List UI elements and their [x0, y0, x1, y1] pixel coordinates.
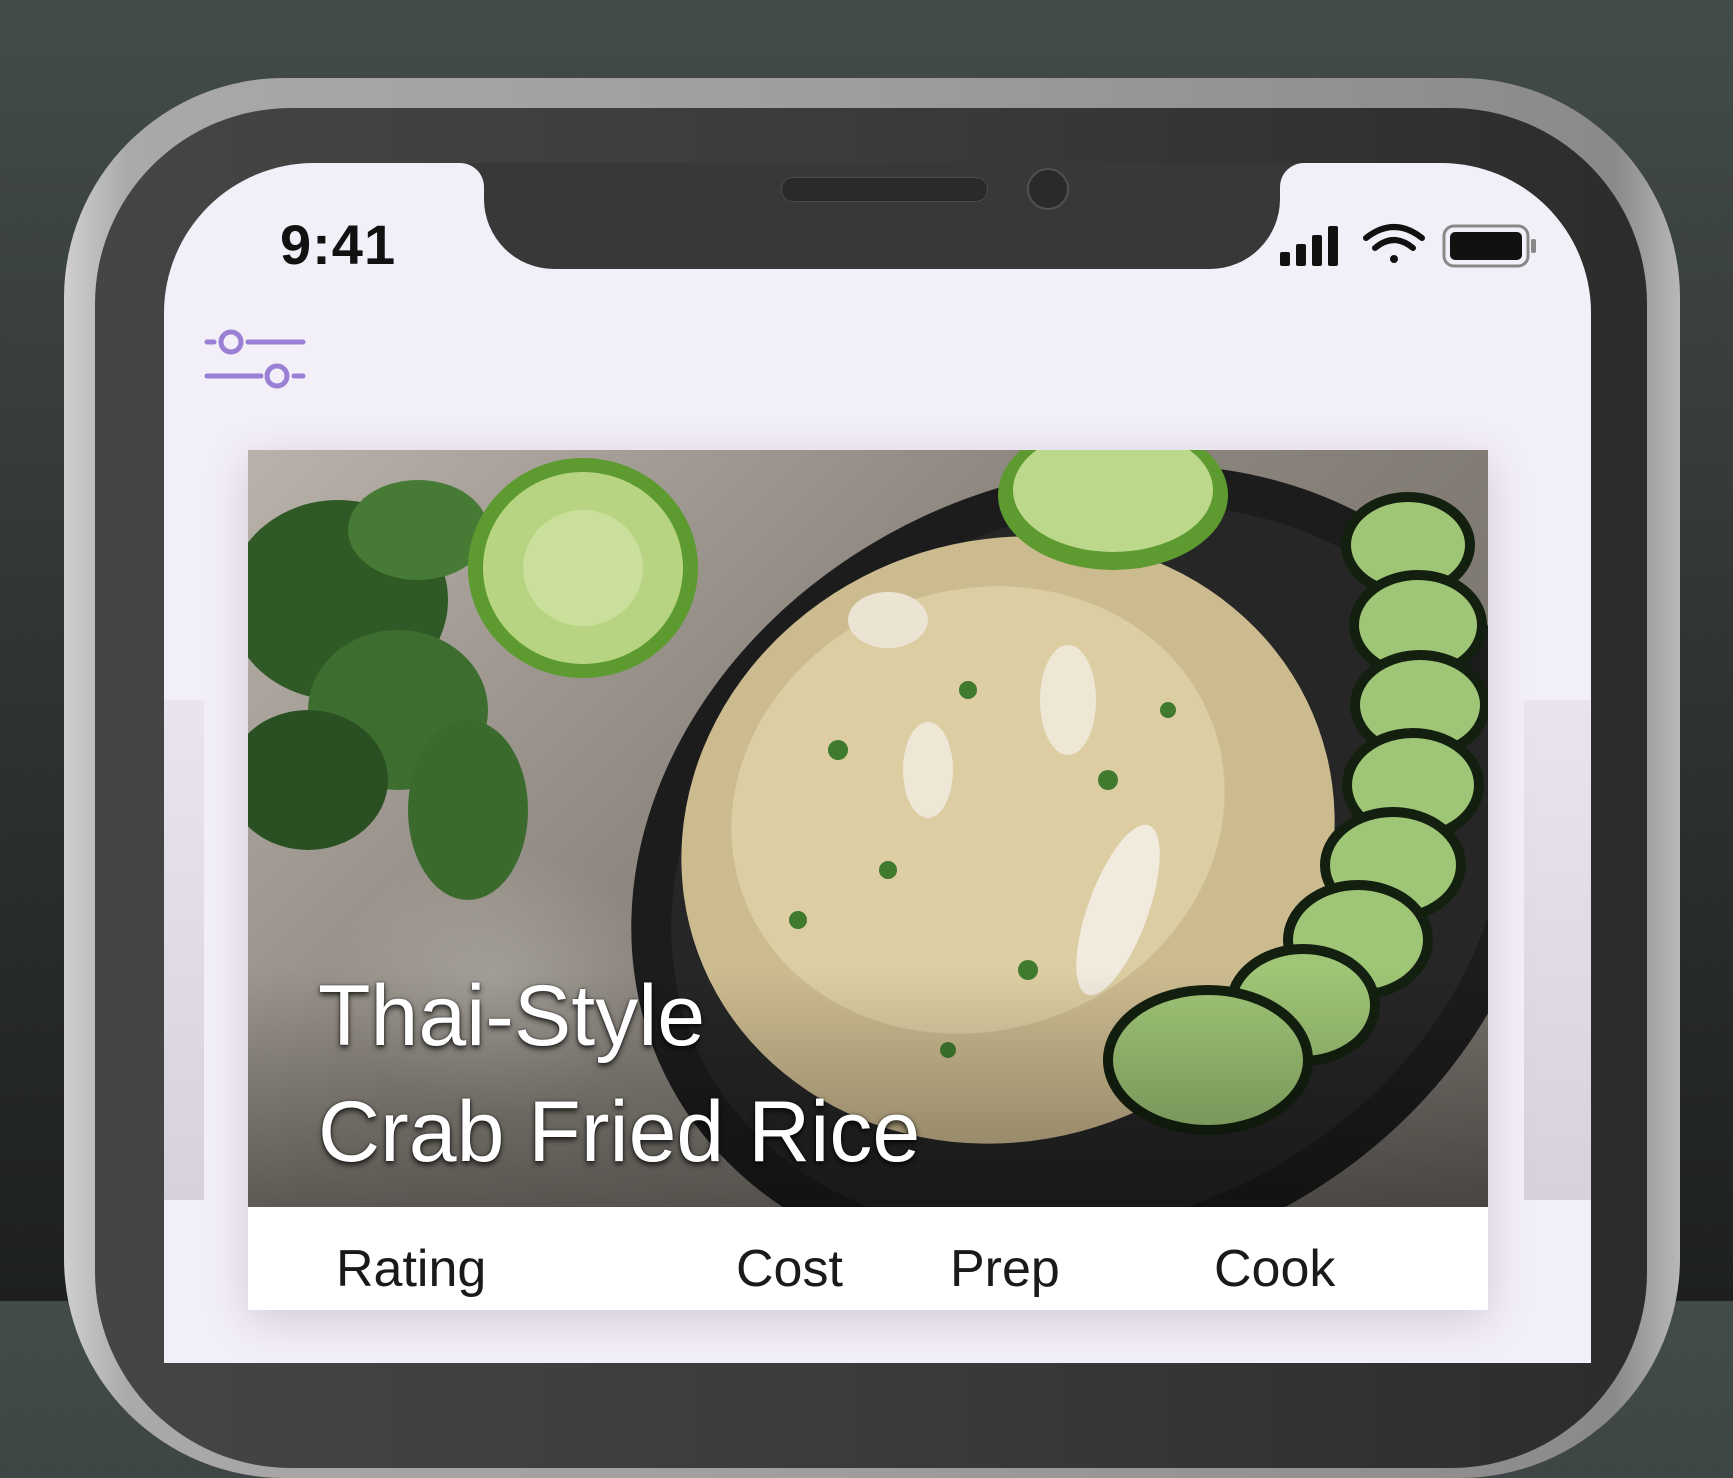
crab-fried-rice-photo: Thai-Style Crab Fried Rice	[248, 450, 1488, 1207]
recipe-card[interactable]: Thai-Style Crab Fried Rice Rating Cost P…	[248, 450, 1488, 1310]
notch-corner-right	[1280, 163, 1304, 187]
previous-recipe-card-peek[interactable]	[164, 700, 204, 1200]
status-bar-time: 9:41	[280, 213, 397, 276]
recipe-title-line-1: Thai-Style	[318, 968, 706, 1064]
next-recipe-card-peek[interactable]	[1524, 700, 1591, 1200]
filter-settings-button[interactable]	[204, 326, 306, 392]
recipe-stats-row: Rating Cost Prep Cook	[248, 1207, 1488, 1310]
lime-half-left	[468, 458, 698, 678]
stat-label-cost: Cost	[736, 1240, 843, 1298]
battery-icon	[1442, 224, 1536, 268]
speaker-grille	[781, 177, 988, 202]
recipe-title: Thai-Style Crab Fried Rice	[318, 958, 920, 1190]
stat-label-rating: Rating	[336, 1240, 487, 1298]
stat-label-prep: Prep	[950, 1240, 1060, 1298]
sliders-filter-icon	[204, 329, 306, 389]
front-camera	[1027, 168, 1069, 210]
wifi-icon	[1363, 224, 1425, 263]
recipe-title-line-2: Crab Fried Rice	[318, 1084, 921, 1180]
stat-label-cook: Cook	[1214, 1240, 1336, 1298]
signal-bars-icon	[1280, 226, 1338, 266]
status-bar-icons	[1278, 222, 1538, 272]
notch-corner-left	[460, 163, 484, 187]
